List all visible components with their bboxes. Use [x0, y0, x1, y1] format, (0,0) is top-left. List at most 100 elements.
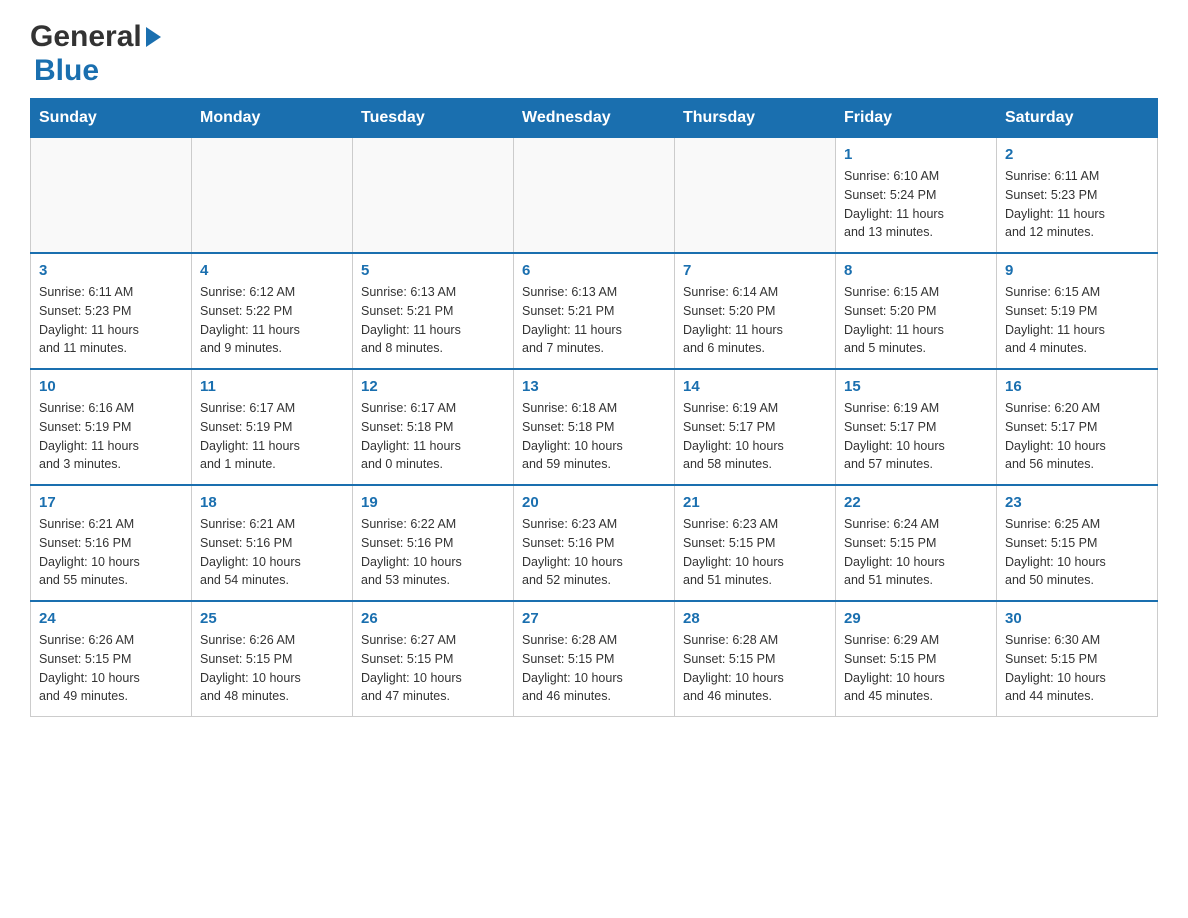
day-info: Sunrise: 6:13 AM Sunset: 5:21 PM Dayligh… — [361, 283, 505, 358]
weekday-header-saturday: Saturday — [997, 99, 1158, 138]
day-info: Sunrise: 6:11 AM Sunset: 5:23 PM Dayligh… — [1005, 167, 1149, 242]
day-number: 9 — [1005, 262, 1149, 279]
calendar-week-row: 24Sunrise: 6:26 AM Sunset: 5:15 PM Dayli… — [31, 601, 1158, 717]
calendar-week-row: 17 Sunrise: 6:21 AM Sunset: 5:16 PM Dayli… — [31, 485, 1158, 601]
calendar-cell: 22 Sunrise: 6:24 AM Sunset: 5:15 PM Dayli… — [836, 485, 997, 601]
calendar-cell — [514, 138, 675, 254]
weekday-header-row: SundayMondayTuesdayWednesdayThursdayFrid… — [31, 99, 1158, 138]
calendar-cell: 18 Sunrise: 6:21 AM Sunset: 5:16 PM Dayli… — [192, 485, 353, 601]
day-info: Sunrise: 6:11 AM Sunset: 5:23 PM Dayligh… — [39, 283, 183, 358]
weekday-header-wednesday: Wednesday — [514, 99, 675, 138]
calendar-cell: 16 Sunrise: 6:20 AM Sunset: 5:17 PM Dayli… — [997, 369, 1158, 485]
calendar-cell: 23 Sunrise: 6:25 AM Sunset: 5:15 PM Dayli… — [997, 485, 1158, 601]
day-number: 13 — [522, 378, 666, 395]
calendar-cell: 8 Sunrise: 6:15 AM Sunset: 5:20 PM Daylig… — [836, 253, 997, 369]
weekday-header-thursday: Thursday — [675, 99, 836, 138]
calendar-cell: 6 Sunrise: 6:13 AM Sunset: 5:21 PM Daylig… — [514, 253, 675, 369]
day-info: Sunrise: 6:24 AM Sunset: 5:15 PM Dayligh… — [844, 515, 988, 590]
day-info: Sunrise: 6:26 AM Sunset: 5:15 PM Dayligh… — [200, 631, 344, 706]
weekday-header-tuesday: Tuesday — [353, 99, 514, 138]
day-number: 28 — [683, 610, 827, 627]
day-info: Sunrise: 6:27 AM Sunset: 5:15 PM Dayligh… — [361, 631, 505, 706]
day-info: Sunrise: 6:28 AM Sunset: 5:15 PM Dayligh… — [522, 631, 666, 706]
day-info: Sunrise: 6:15 AM Sunset: 5:20 PM Dayligh… — [844, 283, 988, 358]
day-number: 30 — [1005, 610, 1149, 627]
day-info: Sunrise: 6:13 AM Sunset: 5:21 PM Dayligh… — [522, 283, 666, 358]
calendar-cell: 30Sunrise: 6:30 AM Sunset: 5:15 PM Dayli… — [997, 601, 1158, 717]
day-number: 3 — [39, 262, 183, 279]
day-number: 2 — [1005, 146, 1149, 163]
day-number: 11 — [200, 378, 344, 395]
day-number: 16 — [1005, 378, 1149, 395]
calendar-week-row: 1Sunrise: 6:10 AM Sunset: 5:24 PM Daylig… — [31, 138, 1158, 254]
day-info: Sunrise: 6:19 AM Sunset: 5:17 PM Dayligh… — [844, 399, 988, 474]
calendar-cell — [675, 138, 836, 254]
calendar-cell: 20 Sunrise: 6:23 AM Sunset: 5:16 PM Dayli… — [514, 485, 675, 601]
calendar-cell: 29 Sunrise: 6:29 AM Sunset: 5:15 PM Dayli… — [836, 601, 997, 717]
day-number: 19 — [361, 494, 505, 511]
day-info: Sunrise: 6:16 AM Sunset: 5:19 PM Dayligh… — [39, 399, 183, 474]
day-info: Sunrise: 6:23 AM Sunset: 5:15 PM Dayligh… — [683, 515, 827, 590]
day-number: 12 — [361, 378, 505, 395]
calendar-week-row: 10 Sunrise: 6:16 AM Sunset: 5:19 PM Dayli… — [31, 369, 1158, 485]
day-number: 23 — [1005, 494, 1149, 511]
day-info: Sunrise: 6:12 AM Sunset: 5:22 PM Dayligh… — [200, 283, 344, 358]
calendar-cell: 15 Sunrise: 6:19 AM Sunset: 5:17 PM Dayli… — [836, 369, 997, 485]
logo-general: General — [30, 20, 142, 54]
day-info: Sunrise: 6:18 AM Sunset: 5:18 PM Dayligh… — [522, 399, 666, 474]
weekday-header-friday: Friday — [836, 99, 997, 138]
day-info: Sunrise: 6:25 AM Sunset: 5:15 PM Dayligh… — [1005, 515, 1149, 590]
day-number: 6 — [522, 262, 666, 279]
weekday-header-monday: Monday — [192, 99, 353, 138]
calendar-week-row: 3 Sunrise: 6:11 AM Sunset: 5:23 PM Daylig… — [31, 253, 1158, 369]
day-number: 20 — [522, 494, 666, 511]
day-number: 22 — [844, 494, 988, 511]
day-info: Sunrise: 6:17 AM Sunset: 5:19 PM Dayligh… — [200, 399, 344, 474]
day-number: 10 — [39, 378, 183, 395]
calendar-cell: 27 Sunrise: 6:28 AM Sunset: 5:15 PM Dayli… — [514, 601, 675, 717]
calendar-cell: 21Sunrise: 6:23 AM Sunset: 5:15 PM Dayli… — [675, 485, 836, 601]
calendar-cell: 9 Sunrise: 6:15 AM Sunset: 5:19 PM Daylig… — [997, 253, 1158, 369]
calendar-cell: 2 Sunrise: 6:11 AM Sunset: 5:23 PM Daylig… — [997, 138, 1158, 254]
day-number: 29 — [844, 610, 988, 627]
day-info: Sunrise: 6:22 AM Sunset: 5:16 PM Dayligh… — [361, 515, 505, 590]
day-info: Sunrise: 6:20 AM Sunset: 5:17 PM Dayligh… — [1005, 399, 1149, 474]
day-info: Sunrise: 6:21 AM Sunset: 5:16 PM Dayligh… — [200, 515, 344, 590]
calendar-cell: 19 Sunrise: 6:22 AM Sunset: 5:16 PM Dayli… — [353, 485, 514, 601]
weekday-header-sunday: Sunday — [31, 99, 192, 138]
calendar-cell: 17 Sunrise: 6:21 AM Sunset: 5:16 PM Dayli… — [31, 485, 192, 601]
calendar-cell: 11 Sunrise: 6:17 AM Sunset: 5:19 PM Dayli… — [192, 369, 353, 485]
day-number: 27 — [522, 610, 666, 627]
day-number: 17 — [39, 494, 183, 511]
calendar-cell — [31, 138, 192, 254]
day-number: 25 — [200, 610, 344, 627]
logo: General Blue — [30, 20, 163, 88]
day-info: Sunrise: 6:19 AM Sunset: 5:17 PM Dayligh… — [683, 399, 827, 474]
calendar-table: SundayMondayTuesdayWednesdayThursdayFrid… — [30, 98, 1158, 717]
calendar-cell: 7Sunrise: 6:14 AM Sunset: 5:20 PM Daylig… — [675, 253, 836, 369]
day-number: 15 — [844, 378, 988, 395]
day-info: Sunrise: 6:14 AM Sunset: 5:20 PM Dayligh… — [683, 283, 827, 358]
day-number: 26 — [361, 610, 505, 627]
day-number: 18 — [200, 494, 344, 511]
day-info: Sunrise: 6:23 AM Sunset: 5:16 PM Dayligh… — [522, 515, 666, 590]
calendar-cell: 1Sunrise: 6:10 AM Sunset: 5:24 PM Daylig… — [836, 138, 997, 254]
day-info: Sunrise: 6:15 AM Sunset: 5:19 PM Dayligh… — [1005, 283, 1149, 358]
day-info: Sunrise: 6:29 AM Sunset: 5:15 PM Dayligh… — [844, 631, 988, 706]
calendar-cell: 5 Sunrise: 6:13 AM Sunset: 5:21 PM Daylig… — [353, 253, 514, 369]
calendar-cell — [192, 138, 353, 254]
calendar-cell: 25 Sunrise: 6:26 AM Sunset: 5:15 PM Dayli… — [192, 601, 353, 717]
calendar-cell: 24Sunrise: 6:26 AM Sunset: 5:15 PM Dayli… — [31, 601, 192, 717]
calendar-cell: 10 Sunrise: 6:16 AM Sunset: 5:19 PM Dayli… — [31, 369, 192, 485]
day-info: Sunrise: 6:26 AM Sunset: 5:15 PM Dayligh… — [39, 631, 183, 706]
page-header: General Blue — [30, 20, 1158, 88]
day-info: Sunrise: 6:21 AM Sunset: 5:16 PM Dayligh… — [39, 515, 183, 590]
day-number: 5 — [361, 262, 505, 279]
calendar-cell: 12Sunrise: 6:17 AM Sunset: 5:18 PM Dayli… — [353, 369, 514, 485]
day-number: 8 — [844, 262, 988, 279]
calendar-cell: 26 Sunrise: 6:27 AM Sunset: 5:15 PM Dayli… — [353, 601, 514, 717]
calendar-cell: 28 Sunrise: 6:28 AM Sunset: 5:15 PM Dayli… — [675, 601, 836, 717]
day-number: 4 — [200, 262, 344, 279]
calendar-cell: 13 Sunrise: 6:18 AM Sunset: 5:18 PM Dayli… — [514, 369, 675, 485]
day-info: Sunrise: 6:28 AM Sunset: 5:15 PM Dayligh… — [683, 631, 827, 706]
